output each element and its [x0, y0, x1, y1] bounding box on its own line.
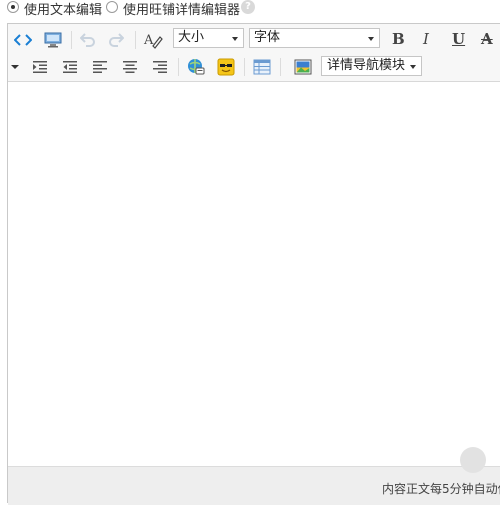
chevron-down-icon [368, 37, 374, 41]
toolbar-separator [280, 58, 281, 76]
font-size-value: 大小 [178, 30, 205, 45]
underline-button[interactable]: U [452, 30, 465, 48]
toolbar-separator [178, 58, 179, 76]
font-family-select[interactable]: 字体 [249, 28, 380, 48]
chevron-down-icon [410, 65, 416, 69]
text-editor-label[interactable]: 使用文本编辑 [24, 0, 102, 18]
svg-text:A: A [143, 33, 154, 48]
image-icon[interactable] [293, 57, 313, 77]
clear-format-icon[interactable]: A [143, 30, 163, 50]
align-left-icon[interactable] [90, 57, 110, 77]
editor-content-area[interactable] [8, 82, 500, 466]
font-family-value: 字体 [254, 30, 281, 45]
wangpu-editor-radio[interactable] [106, 1, 118, 13]
dropdown-arrow-icon[interactable] [8, 57, 22, 77]
emoticon-icon[interactable] [216, 57, 236, 77]
bold-button[interactable]: B [392, 30, 405, 48]
toolbar-separator [135, 31, 136, 49]
italic-button[interactable]: I [423, 30, 429, 48]
text-editor-radio[interactable] [7, 1, 19, 13]
font-size-select[interactable]: 大小 [173, 28, 244, 48]
autosave-status-text: 内容正文每5分钟自动保存 [382, 482, 500, 496]
wangpu-editor-label[interactable]: 使用旺铺详情编辑器 [123, 0, 240, 18]
rich-text-editor: A 大小 字体 B I U A 详情导航模块 内容正文每5分钟自动 [7, 23, 500, 505]
editor-toolbar: A 大小 字体 B I U A 详情导航模块 [8, 24, 500, 82]
toolbar-separator [71, 31, 72, 49]
chevron-down-icon [232, 37, 238, 41]
align-center-icon[interactable] [120, 57, 140, 77]
link-icon[interactable] [186, 57, 206, 77]
help-icon[interactable]: ? [241, 0, 255, 14]
table-icon[interactable] [252, 57, 272, 77]
redo-icon[interactable] [106, 30, 126, 50]
indent-icon[interactable] [30, 57, 50, 77]
undo-icon[interactable] [78, 30, 98, 50]
preview-icon[interactable] [43, 30, 63, 50]
watermark-logo-icon [460, 447, 486, 473]
detail-nav-module-select[interactable]: 详情导航模块 [321, 56, 422, 76]
editor-mode-selector: 使用文本编辑 使用旺铺详情编辑器 ? [0, 0, 500, 20]
toolbar-separator [244, 58, 245, 76]
source-code-icon[interactable] [13, 30, 33, 50]
align-right-icon[interactable] [150, 57, 170, 77]
strikethrough-button[interactable]: A [481, 30, 493, 48]
detail-nav-module-value: 详情导航模块 [327, 58, 406, 73]
editor-statusbar: 内容正文每5分钟自动保存 [8, 466, 500, 505]
outdent-icon[interactable] [60, 57, 80, 77]
